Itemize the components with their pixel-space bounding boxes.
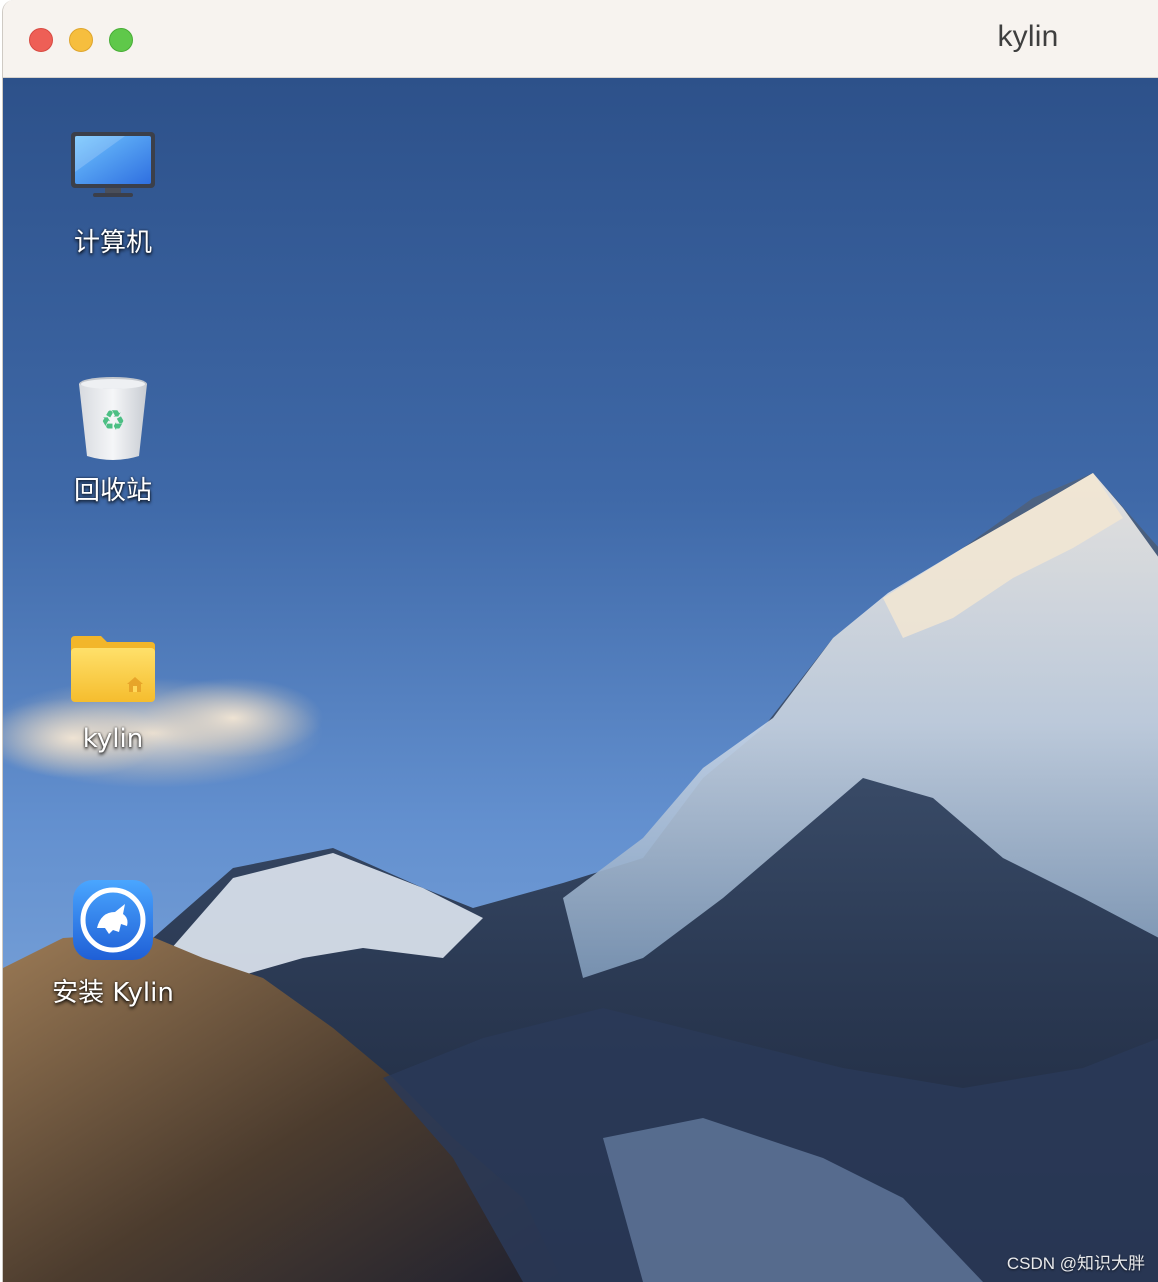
watermark: CSDN @知识大胖 <box>1006 1254 1145 1273</box>
desktop-icon-label: 安装 Kylin <box>52 978 174 1008</box>
svg-text:♻: ♻ <box>100 404 125 437</box>
desktop-icon-computer[interactable]: 计算机 <box>38 124 188 259</box>
desktop-icon-home-folder[interactable]: kylin <box>38 626 188 754</box>
home-folder-icon <box>65 626 161 722</box>
kylin-installer-icon <box>65 874 161 970</box>
minimize-button[interactable] <box>69 28 93 52</box>
desktop-icon-trash[interactable]: ♻ 回收站 <box>38 372 188 507</box>
zoom-button[interactable] <box>109 28 133 52</box>
desktop-icon-label: 回收站 <box>73 476 152 506</box>
desktop-icon-label: kylin <box>82 724 144 754</box>
title-bar[interactable]: kylin <box>3 0 1158 78</box>
computer-icon <box>65 124 161 220</box>
window-title: kylin <box>997 20 1059 53</box>
desktop[interactable]: 计算机 ♻ 回收站 kylin 安装 Kylin CSDN @知识大胖 <box>3 78 1158 1282</box>
desktop-icon-install-kylin[interactable]: 安装 Kylin <box>38 874 188 1009</box>
desktop-icon-label: 计算机 <box>73 228 152 258</box>
trash-icon: ♻ <box>65 372 161 468</box>
app-window: kylin 计算机 ♻ 回收站 kylin 安装 Kylin CSDN @知识大… <box>2 0 1158 1282</box>
close-button[interactable] <box>29 28 53 52</box>
